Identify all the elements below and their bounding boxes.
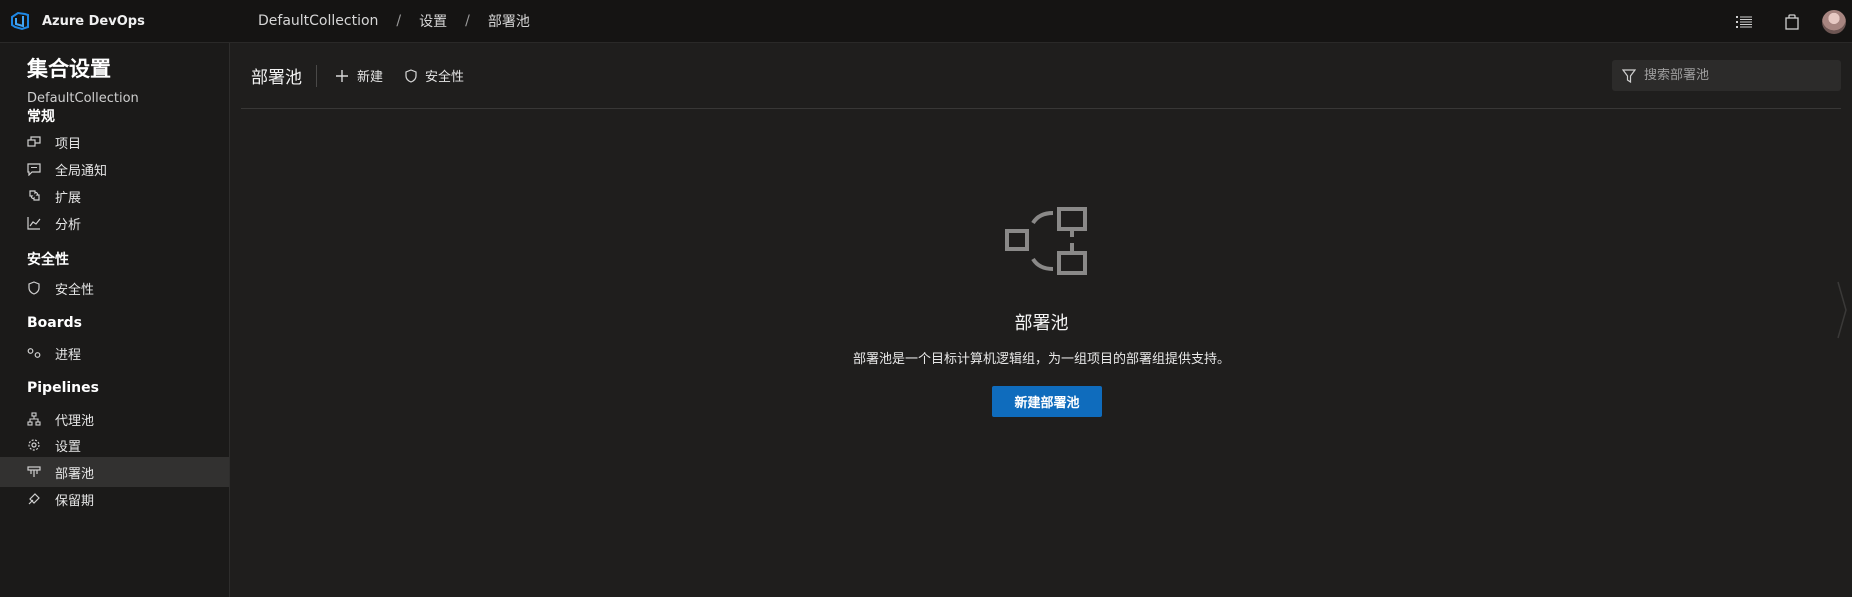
breadcrumb: DefaultCollection / 设置 / 部署池 <box>258 11 530 31</box>
sidebar-item-label: 设置 <box>55 439 82 455</box>
top-bar: Azure DevOps DefaultCollection / 设置 / 部署… <box>0 0 1852 43</box>
sidebar-item-security[interactable]: 安全性 <box>0 273 229 303</box>
analytics-chart-icon <box>27 216 41 230</box>
section-boards-heading: Boards <box>27 315 82 331</box>
brand[interactable]: Azure DevOps <box>0 0 258 43</box>
sidebar-title: 集合设置 <box>27 57 111 81</box>
sidebar-item-label: 扩展 <box>55 190 82 206</box>
sidebar-item-retention[interactable]: 保留期 <box>0 484 229 514</box>
notification-icon <box>27 162 41 176</box>
app-window: Azure DevOps DefaultCollection / 设置 / 部署… <box>0 0 1852 597</box>
breadcrumb-separator: / <box>465 13 470 29</box>
sidebar-item-analytics[interactable]: 分析 <box>0 208 229 238</box>
sidebar-item-projects[interactable]: 项目 <box>0 127 229 157</box>
sidebar-item-label: 项目 <box>55 136 82 152</box>
sidebar-item-label: 安全性 <box>55 282 95 298</box>
gear-icon <box>27 438 41 452</box>
main-content: 部署池 新建 安全性 部署池 部署 <box>231 43 1852 597</box>
deployment-pool-illustration-icon <box>1005 207 1087 275</box>
section-pipelines-heading: Pipelines <box>27 380 99 396</box>
breadcrumb-separator: / <box>396 13 402 29</box>
sidebar-item-process[interactable]: 进程 <box>0 338 229 368</box>
sidebar-item-label: 进程 <box>55 347 82 363</box>
task-list-icon[interactable] <box>1734 12 1754 32</box>
empty-state: 部署池 部署池是一个目标计算机逻辑组，为一组项目的部署组提供支持。 新建部署池 <box>231 43 1852 597</box>
sidebar-item-global-notifications[interactable]: 全局通知 <box>0 154 229 184</box>
section-security-heading: 安全性 <box>27 252 69 268</box>
shield-icon <box>27 281 41 295</box>
section-general-heading: 常规 <box>27 109 55 125</box>
marketplace-bag-icon[interactable] <box>1782 12 1802 32</box>
agent-pools-icon <box>27 412 41 426</box>
user-avatar[interactable] <box>1822 9 1846 34</box>
sidebar-item-settings[interactable]: 设置 <box>0 430 229 460</box>
projects-icon <box>27 135 41 149</box>
empty-state-title: 部署池 <box>1014 313 1069 334</box>
breadcrumb-deployment-pools[interactable]: 部署池 <box>488 11 530 31</box>
sidebar-item-extensions[interactable]: 扩展 <box>0 181 229 211</box>
sidebar-item-label: 保留期 <box>55 493 95 509</box>
azure-devops-logo-icon <box>10 11 30 31</box>
empty-state-description: 部署池是一个目标计算机逻辑组，为一组项目的部署组提供支持。 <box>852 352 1230 367</box>
sidebar-item-label: 分析 <box>55 217 82 233</box>
sidebar-subtitle: DefaultCollection <box>27 91 139 106</box>
app-name: Azure DevOps <box>42 13 145 29</box>
new-deployment-pool-button[interactable]: 新建部署池 <box>992 386 1102 417</box>
sidebar-item-label: 部署池 <box>55 466 95 482</box>
breadcrumb-settings[interactable]: 设置 <box>419 11 447 31</box>
sidebar-item-label: 代理池 <box>55 413 95 429</box>
top-right-actions <box>1720 0 1852 43</box>
sidebar-item-deployment-pools[interactable]: 部署池 <box>0 457 229 487</box>
sidebar-item-label: 全局通知 <box>55 163 108 179</box>
process-icon <box>27 346 41 360</box>
sidebar: 集合设置 DefaultCollection 常规 项目 全局通知 扩展 分析 <box>0 43 230 597</box>
chevron-right-icon[interactable] <box>1836 280 1848 340</box>
extensions-icon <box>27 189 41 203</box>
deployment-pools-icon <box>27 465 41 479</box>
breadcrumb-collection[interactable]: DefaultCollection <box>258 13 378 29</box>
retention-icon <box>27 492 41 506</box>
